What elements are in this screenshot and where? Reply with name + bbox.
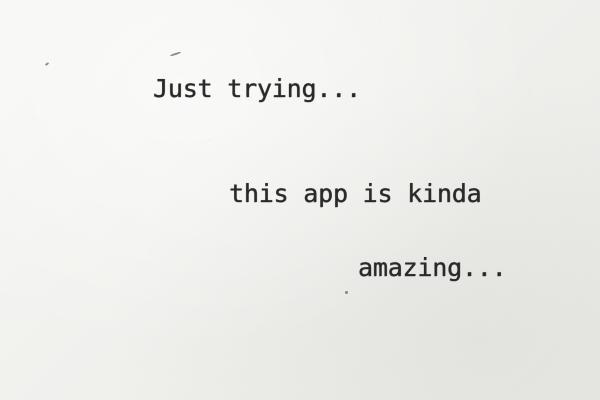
typewritten-note: Just trying... this app is kinda amazing… (0, 0, 600, 400)
note-line-2: this app is kinda (229, 179, 482, 208)
ink-speck (345, 291, 348, 294)
note-line-1: Just trying... (153, 74, 361, 103)
ink-speck (169, 51, 182, 57)
ink-speck (44, 62, 50, 66)
note-line-3: amazing... (358, 253, 507, 282)
